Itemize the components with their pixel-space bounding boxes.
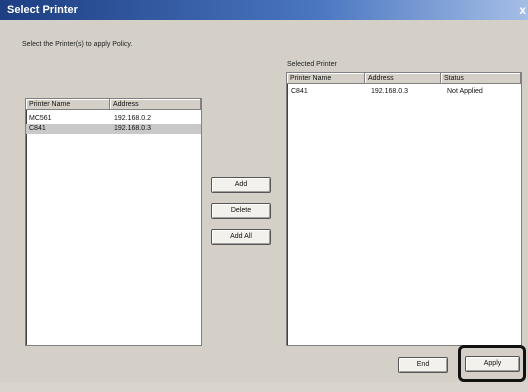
printer-status-cell: Not Applied — [447, 88, 483, 95]
available-printers-list[interactable]: Printer Name Address MC561 192.168.0.2 C… — [25, 98, 202, 346]
add-all-button[interactable]: Add All — [211, 229, 271, 245]
list-item[interactable]: MC561 192.168.0.2 — [26, 114, 201, 124]
selected-printer-caption: Selected Printer — [287, 61, 337, 68]
list-item[interactable]: C841 192.168.0.3 Not Applied — [287, 87, 521, 97]
printer-name-cell: MC561 — [29, 115, 52, 122]
column-header-printer-name[interactable]: Printer Name — [26, 99, 110, 110]
delete-button[interactable]: Delete — [211, 203, 271, 219]
close-icon[interactable]: x — [519, 0, 526, 20]
printer-address-cell: 192.168.0.3 — [114, 125, 151, 132]
column-header-address[interactable]: Address — [365, 73, 441, 84]
column-header-status[interactable]: Status — [441, 73, 521, 84]
end-button[interactable]: End — [398, 357, 448, 373]
window-title: Select Printer — [7, 4, 78, 16]
printer-name-cell: C841 — [291, 88, 308, 95]
selected-printers-list[interactable]: Printer Name Address Status C841 192.168… — [286, 72, 522, 346]
printer-address-cell: 192.168.0.2 — [114, 115, 151, 122]
column-header-address[interactable]: Address — [110, 99, 201, 110]
list-item-selected[interactable]: C841 192.168.0.3 — [26, 124, 201, 134]
column-header-printer-name[interactable]: Printer Name — [287, 73, 365, 84]
select-printer-dialog: Select Printer x Select the Printer(s) t… — [0, 0, 528, 392]
title-bar: Select Printer x — [0, 0, 528, 20]
apply-button[interactable]: Apply — [465, 356, 520, 372]
bottom-border-strip — [0, 382, 528, 392]
add-button[interactable]: Add — [211, 177, 271, 193]
instruction-label: Select the Printer(s) to apply Policy. — [22, 41, 133, 48]
printer-address-cell: 192.168.0.3 — [371, 88, 408, 95]
printer-name-cell: C841 — [29, 125, 46, 132]
